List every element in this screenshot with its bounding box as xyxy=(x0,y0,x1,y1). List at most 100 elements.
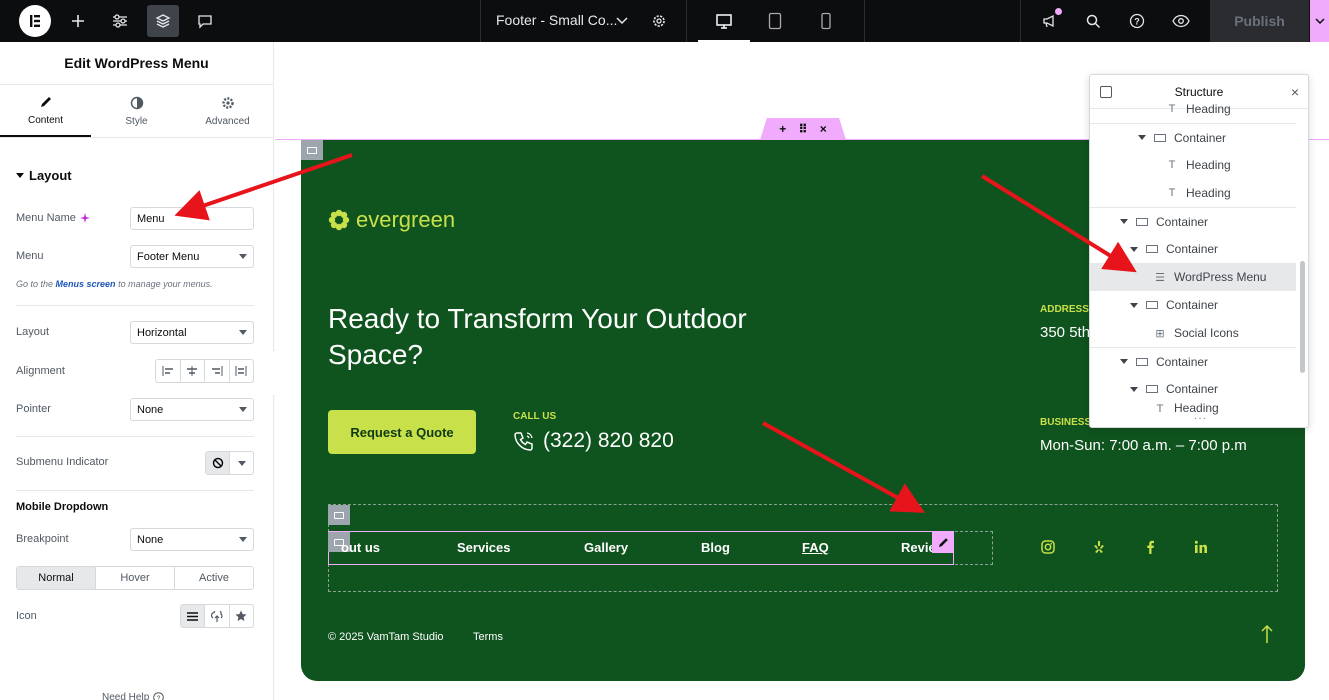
menu-item-faq[interactable]: FAQ xyxy=(802,540,829,555)
menu-item-reviews[interactable]: Revie xyxy=(901,540,932,555)
tab-content[interactable]: Content xyxy=(0,85,91,137)
hours-label: BUSINESS xyxy=(1040,417,1092,428)
caret-down-icon[interactable] xyxy=(1120,219,1128,224)
menu-select[interactable]: Footer Menu xyxy=(130,245,254,268)
brand-logo[interactable]: evergreen xyxy=(328,207,455,233)
menu-name-value: Menu xyxy=(137,212,165,225)
caret-down-icon[interactable] xyxy=(1120,359,1128,364)
settings-sliders-icon[interactable] xyxy=(104,5,136,37)
tab-style[interactable]: Style xyxy=(91,85,182,137)
request-quote-button[interactable]: Request a Quote xyxy=(328,410,476,454)
menu-name-label-text: Menu Name xyxy=(16,212,76,224)
upload-svg-icon[interactable] xyxy=(205,605,230,627)
scrollbar[interactable] xyxy=(1300,261,1305,373)
menus-screen-link[interactable]: Menus screen xyxy=(56,279,116,289)
comments-icon[interactable] xyxy=(189,5,221,37)
need-help-link[interactable]: Need Help ? xyxy=(102,692,165,700)
menu-item-services[interactable]: Services xyxy=(457,540,511,555)
icon-library-icon[interactable] xyxy=(230,605,253,627)
resize-grip-icon[interactable]: ··· xyxy=(1194,413,1207,424)
align-end-icon[interactable] xyxy=(205,360,230,382)
chevron-down-icon[interactable] xyxy=(606,5,638,37)
layout-section-title: Layout xyxy=(29,168,72,183)
layout-select-value: Horizontal xyxy=(137,326,187,339)
structure-item[interactable]: Container xyxy=(1090,347,1296,375)
tab-advanced-label: Advanced xyxy=(205,115,250,127)
tab-normal[interactable]: Normal xyxy=(17,567,96,589)
preview-eye-icon[interactable] xyxy=(1165,5,1197,37)
heading-icon: T xyxy=(1156,403,1164,415)
menu-name-input[interactable]: Menu xyxy=(130,207,254,230)
structure-item[interactable]: T Heading xyxy=(1090,96,1296,122)
elementor-logo-icon[interactable] xyxy=(19,5,51,37)
search-icon[interactable] xyxy=(1077,5,1109,37)
divider xyxy=(16,490,254,491)
section-handle[interactable]: + ⠿ × xyxy=(760,118,846,140)
layout-select[interactable]: Horizontal xyxy=(130,321,254,344)
submenu-indicator-control[interactable] xyxy=(205,451,254,475)
caret-down-icon[interactable] xyxy=(1130,246,1138,252)
structure-item-selected[interactable]: ☰ WordPress Menu xyxy=(1090,263,1296,291)
align-center-icon[interactable] xyxy=(181,360,205,382)
menu-item-about[interactable]: out us xyxy=(341,540,380,555)
layout-section-toggle[interactable]: Layout xyxy=(16,168,72,183)
yelp-icon[interactable] xyxy=(1091,539,1107,555)
container-edit-handle[interactable] xyxy=(328,505,350,525)
wordpress-menu-widget[interactable] xyxy=(328,531,954,565)
phone-icon xyxy=(514,432,533,451)
structure-item-label: Container xyxy=(1156,354,1209,369)
menu-item-gallery[interactable]: Gallery xyxy=(584,540,628,555)
publish-options-button[interactable] xyxy=(1310,0,1329,42)
menu-item-blog[interactable]: Blog xyxy=(701,540,730,555)
align-start-icon[interactable] xyxy=(156,360,181,382)
add-icon[interactable] xyxy=(62,5,94,37)
structure-item[interactable]: T Heading xyxy=(1090,179,1296,207)
pointer-select[interactable]: None xyxy=(130,398,254,421)
menu-label: Menu xyxy=(16,250,44,262)
structure-item[interactable]: Container xyxy=(1090,375,1296,403)
hamburger-icon[interactable] xyxy=(181,605,206,627)
back-to-top-icon[interactable] xyxy=(1261,624,1273,650)
breakpoint-select[interactable]: None xyxy=(130,528,254,551)
add-section-icon[interactable]: + xyxy=(779,122,786,136)
align-justify-icon[interactable] xyxy=(230,360,254,382)
structure-item[interactable]: ⊞ Social Icons xyxy=(1090,319,1296,347)
separator xyxy=(480,0,481,42)
tablet-icon[interactable] xyxy=(759,5,791,37)
container-edit-handle[interactable] xyxy=(301,140,323,160)
caret-down-icon[interactable] xyxy=(1130,386,1138,392)
tab-active[interactable]: Active xyxy=(175,567,253,589)
caret-down-icon[interactable] xyxy=(230,452,253,474)
help-icon[interactable]: ? xyxy=(1121,5,1153,37)
structure-item[interactable]: T Heading xyxy=(1090,403,1296,415)
caret-down-icon xyxy=(239,537,247,542)
desktop-icon[interactable] xyxy=(708,5,740,37)
structure-item[interactable]: Container xyxy=(1090,291,1296,319)
structure-layers-icon[interactable] xyxy=(147,5,179,37)
terms-link[interactable]: Terms xyxy=(473,631,503,643)
tab-hover[interactable]: Hover xyxy=(96,567,175,589)
phone-number[interactable]: (322) 820 820 xyxy=(513,429,674,453)
structure-item[interactable]: Container xyxy=(1090,235,1296,263)
structure-item-label: Heading xyxy=(1186,102,1231,116)
structure-item[interactable]: Container xyxy=(1090,207,1296,235)
none-icon[interactable] xyxy=(206,452,230,474)
edit-widget-pencil-icon[interactable] xyxy=(932,531,954,553)
ai-sparkle-icon[interactable] xyxy=(79,213,90,223)
caret-down-icon[interactable] xyxy=(1138,135,1146,140)
instagram-icon[interactable] xyxy=(1040,539,1056,555)
submenu-indicator-label: Submenu Indicator xyxy=(16,456,109,468)
mobile-icon[interactable] xyxy=(810,5,842,37)
caret-down-icon[interactable] xyxy=(1130,302,1138,308)
structure-item[interactable]: T Heading xyxy=(1090,151,1296,179)
facebook-icon[interactable] xyxy=(1142,539,1158,555)
drag-handle-icon[interactable]: ⠿ xyxy=(798,122,807,136)
structure-item[interactable]: Container xyxy=(1090,123,1296,151)
gear-icon[interactable] xyxy=(643,5,675,37)
widget-settings-panel: Edit WordPress Menu Content Style Advanc… xyxy=(0,42,274,700)
document-title[interactable]: Footer - Small Co... xyxy=(496,12,617,28)
linkedin-icon[interactable] xyxy=(1193,539,1209,555)
tab-advanced[interactable]: Advanced xyxy=(182,85,273,137)
publish-button[interactable]: Publish xyxy=(1210,0,1309,42)
delete-section-icon[interactable]: × xyxy=(820,122,827,136)
